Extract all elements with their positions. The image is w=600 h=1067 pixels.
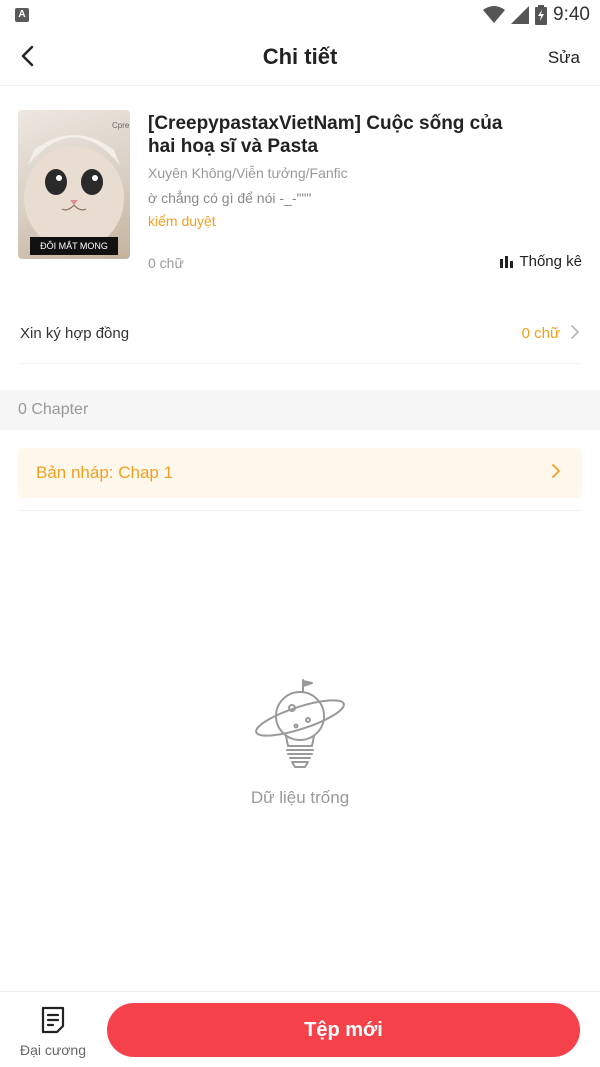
stats-button[interactable]: Thống kê xyxy=(500,253,582,270)
chevron-right-icon xyxy=(571,325,579,339)
page-title: Chi tiết xyxy=(262,44,338,69)
word-count: 0 chữ xyxy=(148,255,184,271)
draft-label: Bản nháp: Chap 1 xyxy=(36,463,174,482)
cover-caption: ĐÔI MẮT MONG CHỜ! xyxy=(30,237,118,255)
book-title: [CreepypastaxVietNam] Cuộc sống của hai … xyxy=(148,113,503,157)
bottom-bar: Đại cương Tệp mới xyxy=(0,991,600,1067)
edit-button[interactable]: Sửa xyxy=(548,48,580,68)
signal-icon xyxy=(511,6,530,24)
empty-state-text: Dữ liệu trống xyxy=(250,788,350,807)
book-info: Cpre ĐÔI MẮT MONG CHỜ! [CreepypastaxViet… xyxy=(18,110,582,280)
book-description: ờ chẳng có gì để nói -_-""" xyxy=(148,190,312,206)
bar-chart-icon xyxy=(500,255,514,268)
review-status-badge: kiểm duyệt xyxy=(148,213,216,229)
draft-row[interactable]: Bản nháp: Chap 1 xyxy=(18,448,582,498)
status-time: 9:40 xyxy=(553,4,590,25)
status-icons: 9:40 xyxy=(483,4,590,26)
planet-bulb-icon xyxy=(255,679,345,768)
wifi-icon xyxy=(483,6,506,23)
contract-label: Xin ký hợp đồng xyxy=(20,325,130,342)
app-notification-icon: A xyxy=(15,8,29,22)
chapter-count-strip: 0 Chapter xyxy=(0,390,600,430)
divider xyxy=(18,510,582,511)
svg-text:Cpre: Cpre xyxy=(112,121,130,130)
contract-row[interactable]: Xin ký hợp đồng 0 chữ xyxy=(18,306,582,364)
new-file-button[interactable]: Tệp mới xyxy=(107,1003,580,1057)
contract-value: 0 chữ xyxy=(521,325,560,342)
chapter-count: 0 Chapter xyxy=(18,401,89,418)
stats-label: Thống kê xyxy=(519,253,582,270)
chevron-right-icon xyxy=(552,464,560,478)
book-cover[interactable]: Cpre ĐÔI MẮT MONG CHỜ! xyxy=(18,110,130,259)
outline-label: Đại cương xyxy=(19,1042,87,1058)
battery-icon xyxy=(535,5,548,25)
book-genre: Xuyên Không/Viễn tưởng/Fanfic xyxy=(148,165,348,181)
header: Chi tiết Sửa xyxy=(0,30,600,86)
outline-button[interactable]: Đại cương xyxy=(12,1004,94,1060)
document-icon xyxy=(41,1006,65,1034)
status-bar: A 9:40 xyxy=(0,0,600,30)
